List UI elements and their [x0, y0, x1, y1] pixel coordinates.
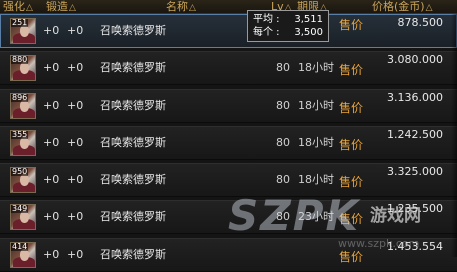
item-count-badge: 414 — [11, 242, 29, 251]
column-header-strengthen[interactable]: 强化△ — [3, 0, 33, 13]
sell-price-label: 售价 — [339, 101, 364, 115]
item-name: 召唤索德罗斯 — [100, 24, 166, 37]
sort-triangle-icon: △ — [69, 3, 76, 13]
sell-price-label: 售价 — [339, 138, 364, 152]
forge-value: +0 — [67, 99, 84, 112]
item-count-badge: 349 — [11, 204, 29, 213]
sell-price-label: 售价 — [339, 63, 364, 77]
table-row[interactable]: 950 +0 +0 召唤索德罗斯 80 18小时 售价 3.325.000 — [0, 163, 457, 197]
item-level: 80 — [276, 210, 290, 223]
item-duration: 18小时 — [298, 136, 334, 149]
item-level: 80 — [276, 61, 290, 74]
list-edge-shade — [451, 14, 457, 257]
strengthen-value: +0 — [43, 24, 60, 37]
item-duration: 18小时 — [298, 61, 334, 74]
sell-price-label: 售价 — [339, 250, 364, 264]
item-count-badge: 251 — [11, 18, 29, 27]
table-row[interactable]: 414 +0 +0 召唤索德罗斯 售价 1.453.554 — [0, 238, 457, 272]
table-row[interactable]: 251 +0 +0 召唤索德罗斯 售价 878.500 — [0, 14, 457, 48]
summon-item-icon[interactable]: 896 — [10, 93, 36, 119]
table-row[interactable]: 349 +0 +0 召唤索德罗斯 80 23小时 售价 1.235.500 — [0, 200, 457, 234]
table-row[interactable]: 355 +0 +0 召唤索德罗斯 80 18小时 售价 1.242.500 — [0, 126, 457, 160]
price-tooltip: 平均 : 3,511 每个 : 3,500 — [247, 10, 329, 42]
strengthen-value: +0 — [43, 136, 60, 149]
summon-item-icon[interactable]: 355 — [10, 130, 36, 156]
table-row[interactable]: 896 +0 +0 召唤索德罗斯 80 18小时 售价 3.136.000 — [0, 89, 457, 123]
summon-item-icon[interactable]: 880 — [10, 55, 36, 81]
table-row[interactable]: 880 +0 +0 召唤索德罗斯 80 18小时 售价 3.080.000 — [0, 51, 457, 85]
sell-price-label: 售价 — [339, 18, 364, 32]
item-name: 召唤索德罗斯 — [100, 136, 166, 149]
item-level: 80 — [276, 136, 290, 149]
summon-item-icon[interactable]: 349 — [10, 204, 36, 230]
table-header: 强化△ 锻造△ 名称△ Lv△ 期限△ 价格(金币)△ — [0, 0, 457, 14]
item-level: 80 — [276, 99, 290, 112]
tooltip-avg-label: 平均 : — [253, 14, 280, 25]
sort-triangle-icon: △ — [189, 3, 196, 13]
item-count-badge: 355 — [11, 130, 29, 139]
item-level: 80 — [276, 173, 290, 186]
strengthen-value: +0 — [43, 248, 60, 261]
item-name: 召唤索德罗斯 — [100, 61, 166, 74]
column-header-price[interactable]: 价格(金币)△ — [372, 0, 433, 13]
column-header-name[interactable]: 名称△ — [166, 0, 196, 13]
item-duration: 23小时 — [298, 210, 334, 223]
forge-value: +0 — [67, 61, 84, 74]
strengthen-value: +0 — [43, 173, 60, 186]
price-value: 3.136.000 — [387, 91, 443, 104]
summon-item-icon[interactable]: 414 — [10, 242, 36, 268]
sort-triangle-icon: △ — [26, 3, 33, 13]
item-name: 召唤索德罗斯 — [100, 210, 166, 223]
price-value: 878.500 — [397, 16, 444, 29]
forge-value: +0 — [67, 210, 84, 223]
item-count-badge: 880 — [11, 55, 29, 64]
price-value: 3.080.000 — [387, 53, 443, 66]
item-count-badge: 950 — [11, 167, 29, 176]
price-value: 1.242.500 — [387, 128, 443, 141]
column-header-forge[interactable]: 锻造△ — [46, 0, 76, 13]
strengthen-value: +0 — [43, 61, 60, 74]
forge-value: +0 — [67, 24, 84, 37]
sort-triangle-icon: △ — [425, 3, 433, 13]
summon-item-icon[interactable]: 251 — [10, 18, 36, 44]
tooltip-each-value: 3,500 — [294, 27, 323, 38]
strengthen-value: +0 — [43, 99, 60, 112]
summon-item-icon[interactable]: 950 — [10, 167, 36, 193]
strengthen-value: +0 — [43, 210, 60, 223]
price-value: 1.235.500 — [387, 202, 443, 215]
forge-value: +0 — [67, 248, 84, 261]
item-name: 召唤索德罗斯 — [100, 99, 166, 112]
sell-price-label: 售价 — [339, 175, 364, 189]
forge-value: +0 — [67, 173, 84, 186]
tooltip-each-label: 每个 : — [253, 27, 280, 38]
item-name: 召唤索德罗斯 — [100, 173, 166, 186]
forge-value: +0 — [67, 136, 84, 149]
tooltip-avg-value: 3,511 — [294, 14, 323, 25]
price-value: 1.453.554 — [387, 240, 443, 253]
item-count-badge: 896 — [11, 93, 29, 102]
item-duration: 18小时 — [298, 99, 334, 112]
item-name: 召唤索德罗斯 — [100, 248, 166, 261]
sell-price-label: 售价 — [339, 212, 364, 226]
item-duration: 18小时 — [298, 173, 334, 186]
price-value: 3.325.000 — [387, 165, 443, 178]
